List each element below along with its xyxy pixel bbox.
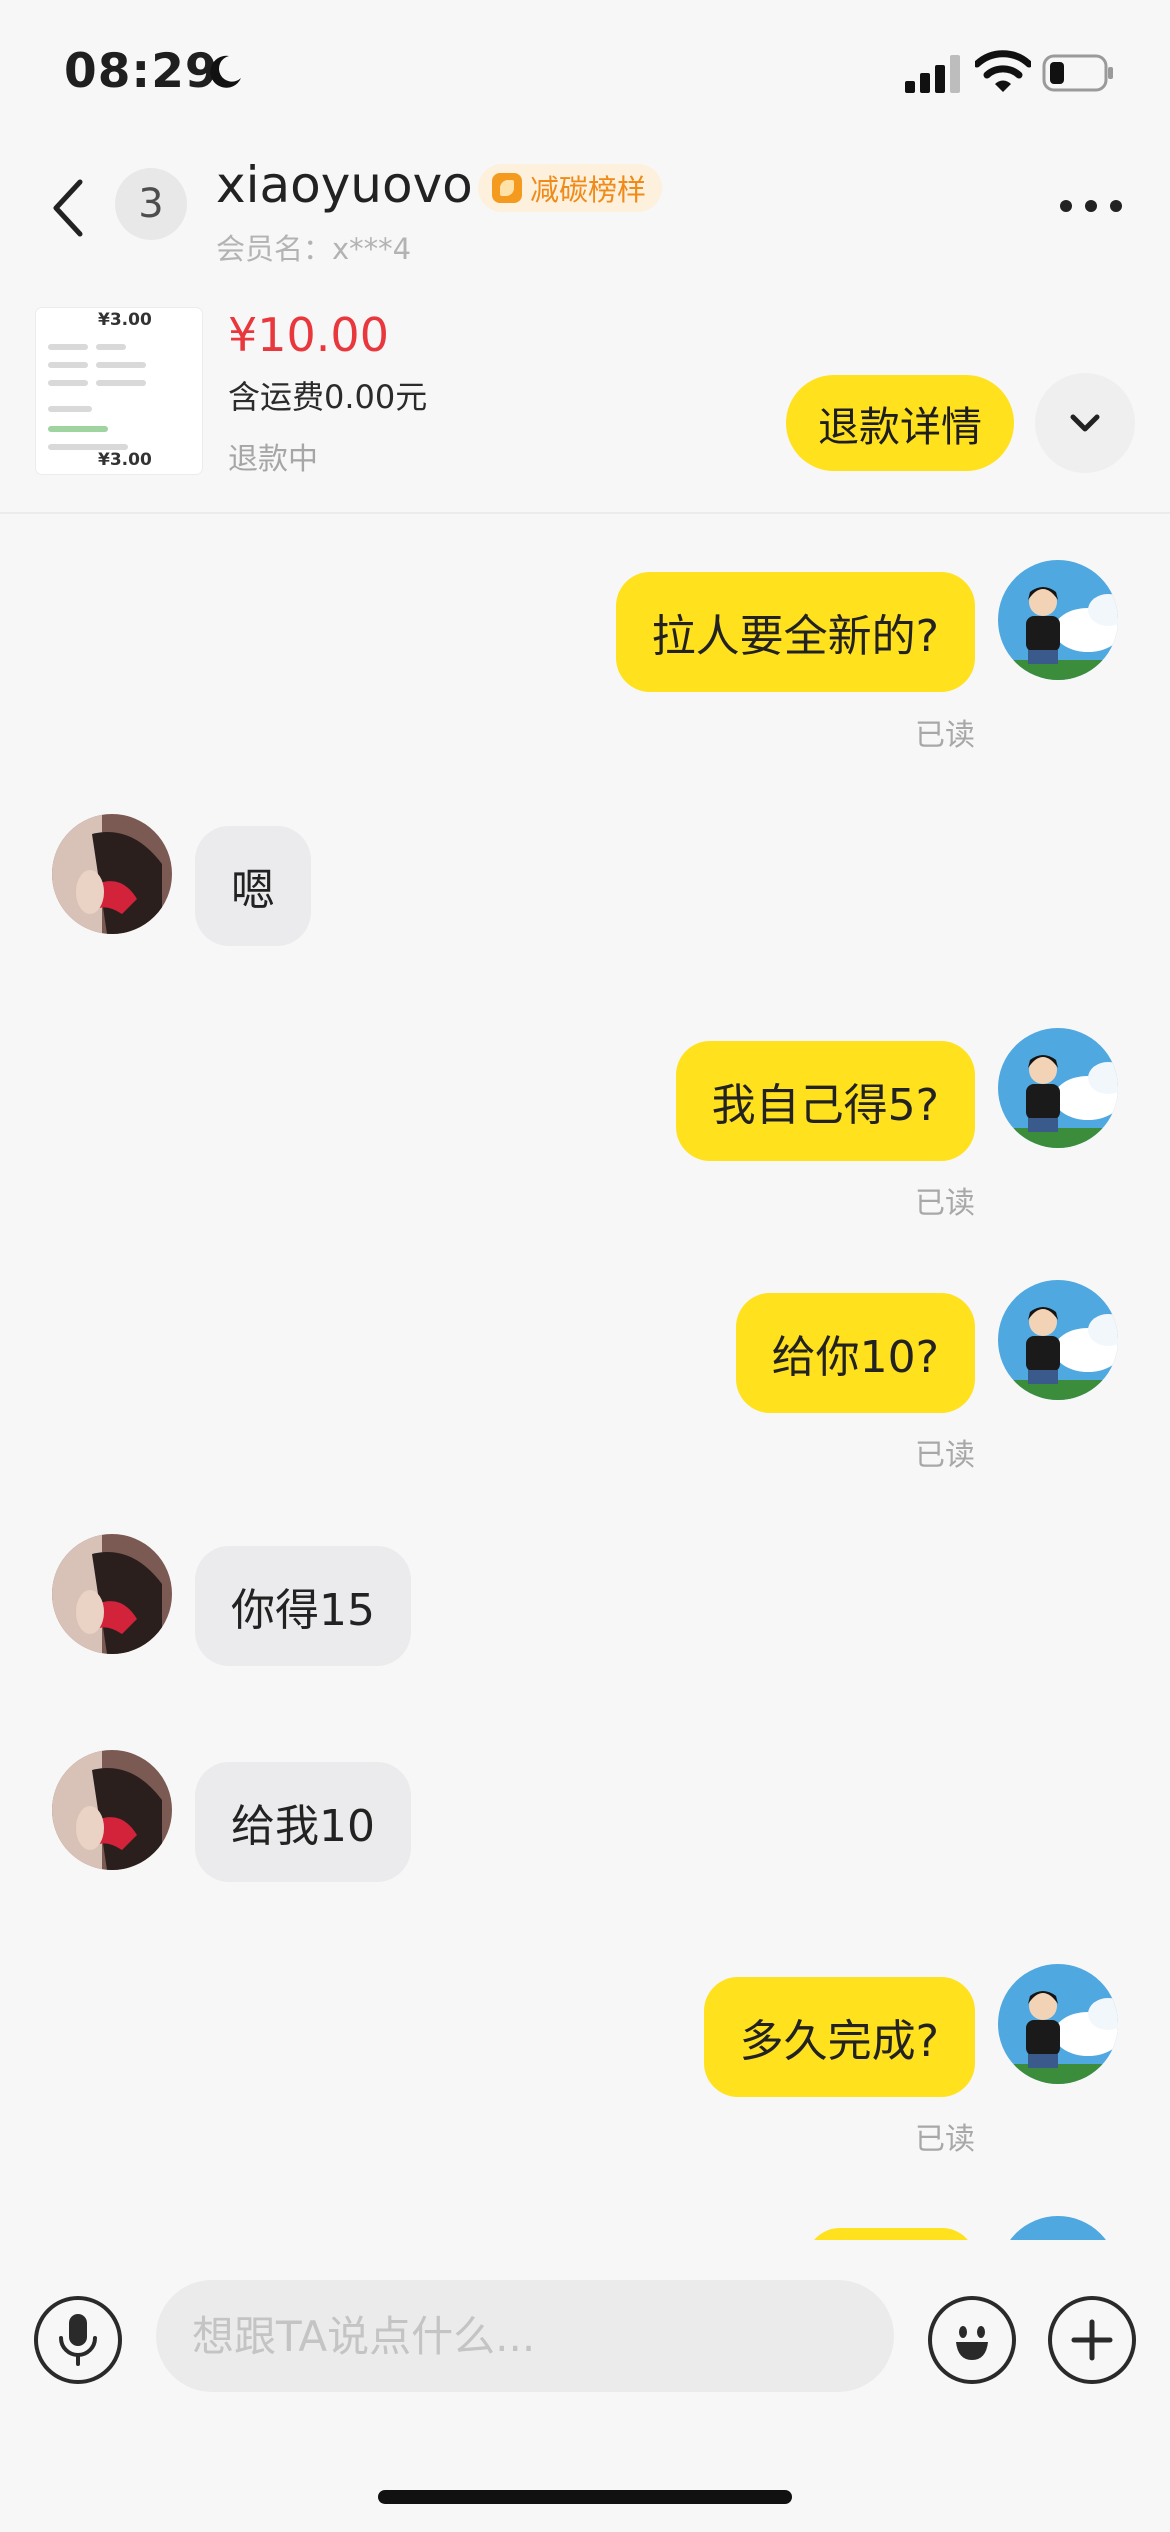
emoji-icon: [956, 2326, 988, 2360]
message-bubble-received[interactable]: 给我10: [195, 1762, 411, 1882]
message-bubble-sent[interactable]: 给你10?: [735, 1293, 975, 1413]
carbon-badge[interactable]: 减碳榜样: [478, 164, 663, 212]
member-name: 会员名：x***4: [216, 232, 412, 266]
thumb-price-bottom: ¥3.00: [98, 450, 152, 470]
battery-icon: [1042, 54, 1113, 92]
my-avatar[interactable]: [998, 1028, 1118, 1148]
contact-avatar[interactable]: [52, 1750, 172, 1870]
signal-icon: [905, 55, 960, 93]
shipping-fee: 含运费0.00元: [228, 378, 428, 416]
my-avatar[interactable]: [998, 1964, 1118, 2084]
message-input[interactable]: [156, 2280, 894, 2392]
read-receipt: 已读: [915, 1186, 975, 1221]
read-receipt: 已读: [915, 1438, 975, 1473]
emoji-button[interactable]: [928, 2296, 1016, 2384]
contact-avatar[interactable]: [52, 814, 172, 934]
home-indicator: [378, 2490, 792, 2504]
more-icon[interactable]: [1058, 196, 1124, 216]
header-divider: [0, 512, 1170, 514]
message-bubble-received[interactable]: 你得15: [195, 1546, 411, 1666]
microphone-icon: [59, 2314, 97, 2366]
read-receipt: 已读: [915, 2122, 975, 2157]
order-thumbnail[interactable]: ¥3.00 ¥3.00: [36, 308, 202, 474]
my-avatar[interactable]: [998, 1280, 1118, 1400]
refund-details-button[interactable]: 退款详情: [786, 375, 1014, 471]
more-actions-button[interactable]: [1048, 2296, 1136, 2384]
refund-status: 退款中: [228, 442, 318, 477]
contact-avatar[interactable]: [52, 1534, 172, 1654]
plus-icon: [1071, 2319, 1113, 2361]
message-bubble-sent[interactable]: 拉人要全新的?: [615, 572, 975, 692]
my-avatar[interactable]: [998, 560, 1118, 680]
chevron-down-icon: [1070, 414, 1100, 432]
leaf-icon: [492, 173, 522, 203]
read-receipt: 已读: [915, 718, 975, 753]
unread-count-badge: 3: [115, 168, 187, 240]
contact-nickname[interactable]: xiaoyuovo: [216, 156, 473, 214]
carbon-badge-label: 减碳榜样: [530, 173, 647, 207]
voice-input-button[interactable]: [34, 2296, 122, 2384]
wifi-icon: [975, 50, 1031, 92]
message-bubble-sent[interactable]: 多久完成?: [703, 1977, 975, 2097]
moon-icon: [210, 55, 241, 88]
status-time: 08:29: [64, 44, 219, 99]
message-bubble-received[interactable]: 嗯: [195, 826, 311, 946]
expand-order-button[interactable]: [1035, 373, 1135, 473]
order-price: ¥10.00: [228, 308, 389, 362]
thumb-price-top: ¥3.00: [98, 310, 152, 330]
message-bubble-sent[interactable]: 我自己得5?: [675, 1041, 975, 1161]
back-arrow-icon[interactable]: [50, 178, 86, 238]
